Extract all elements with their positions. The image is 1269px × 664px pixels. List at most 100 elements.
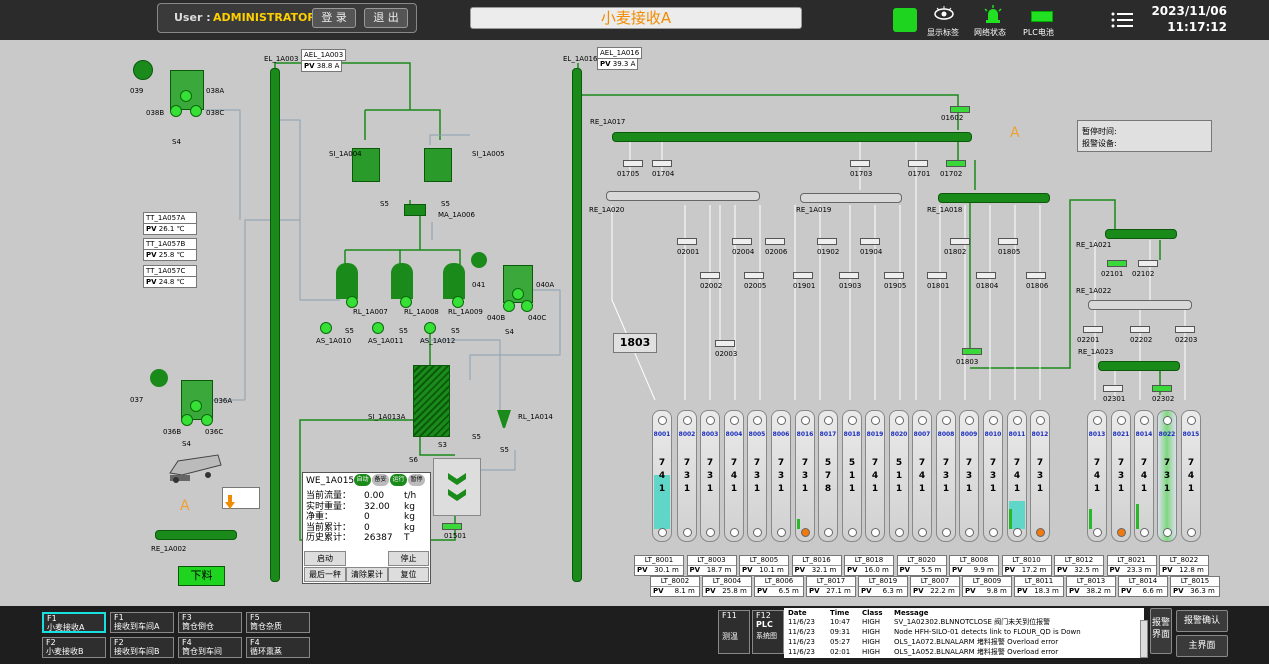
fan-rl-1a007[interactable] <box>336 263 358 299</box>
silo-8017[interactable]: 8017 5 7 8 <box>818 410 838 542</box>
silo-top-sensor <box>1117 416 1126 425</box>
gate-01803[interactable] <box>962 348 982 355</box>
alarm-scrollbar[interactable] <box>1140 620 1148 658</box>
f12-system-button[interactable]: F12 PLC 系统图 <box>752 610 784 654</box>
fkey-6[interactable]: F2 接收到车间B <box>110 637 174 658</box>
fan-041-icon[interactable] <box>471 252 487 268</box>
silo-8004[interactable]: 8004 7 4 1 <box>724 410 744 542</box>
conveyor-re-1a023[interactable] <box>1098 361 1180 371</box>
gate-02102[interactable] <box>1138 260 1158 267</box>
gate-01704[interactable] <box>652 160 672 167</box>
silo-8016[interactable]: 8016 7 3 1 <box>795 410 815 542</box>
gate-01602[interactable] <box>950 106 970 113</box>
gate-02301[interactable] <box>1103 385 1123 392</box>
gate-01702[interactable] <box>946 160 966 167</box>
gate-02006[interactable] <box>765 238 785 245</box>
silo-8011[interactable]: 8011 7 4 1 <box>1007 410 1027 542</box>
f11-temp-button[interactable]: F11 测温 <box>718 610 750 654</box>
gate-01805[interactable] <box>998 238 1018 245</box>
silo-8008[interactable]: 8008 7 3 1 <box>936 410 956 542</box>
silo-8013[interactable]: 8013 7 4 1 <box>1087 410 1107 542</box>
fan-rl-1a008[interactable] <box>391 263 413 299</box>
scale-reset-button[interactable]: 复位 <box>388 567 429 582</box>
conveyor-re-1a017[interactable] <box>612 132 972 142</box>
gate-01804[interactable] <box>976 272 996 279</box>
gate-02203[interactable] <box>1175 326 1195 333</box>
gate-01501[interactable] <box>442 523 462 530</box>
silo-8001[interactable]: 8001 7 4 1 <box>652 410 672 542</box>
magnet-ma-1a006[interactable] <box>404 204 426 216</box>
gate-02005[interactable] <box>744 272 764 279</box>
silo-8014[interactable]: 8014 7 4 1 <box>1134 410 1154 542</box>
conveyor-re-1a002[interactable] <box>155 530 237 540</box>
silo-8009[interactable]: 8009 7 3 1 <box>959 410 979 542</box>
gate-01903[interactable] <box>839 272 859 279</box>
gate-02001[interactable] <box>677 238 697 245</box>
fkey-3[interactable]: F3 筒仓倒仓 <box>178 612 242 633</box>
silo-8021[interactable]: 8021 7 3 1 <box>1111 410 1131 542</box>
gate-02202[interactable] <box>1130 326 1150 333</box>
fan-039-icon[interactable] <box>133 60 153 80</box>
cyclone-rl-1a014[interactable] <box>497 410 511 430</box>
gate-02003[interactable] <box>715 340 735 347</box>
silo-8003[interactable]: 8003 7 3 1 <box>700 410 720 542</box>
fkey-5[interactable]: F2 小麦接收B <box>42 637 106 658</box>
fan-rl-1a009[interactable] <box>443 263 465 299</box>
gate-02101[interactable] <box>1107 260 1127 267</box>
silo-8012[interactable]: 8012 7 3 1 <box>1030 410 1050 542</box>
gate-02004[interactable] <box>732 238 752 245</box>
conveyor-re-1a020[interactable] <box>606 191 760 201</box>
gate-01703[interactable] <box>850 160 870 167</box>
silo-8015[interactable]: 8015 7 4 1 <box>1181 410 1201 542</box>
alarm-page-button[interactable]: 报警界面 <box>1150 608 1172 654</box>
fkey-8[interactable]: F4 循环熏蒸 <box>246 637 310 658</box>
conveyor-re-1a019[interactable] <box>800 193 902 203</box>
fkey-2[interactable]: F1 接收到车间A <box>110 612 174 633</box>
tag-1803[interactable]: 1803 <box>613 333 657 353</box>
scale-stop-button[interactable]: 停止 <box>388 551 429 566</box>
gate-01801[interactable] <box>927 272 947 279</box>
silo-8022[interactable]: 8022 7 3 1 <box>1157 410 1177 542</box>
silo-8010[interactable]: 8010 7 3 1 <box>983 410 1003 542</box>
alarm-ack-button[interactable]: 报警确认 <box>1176 610 1228 632</box>
gate-01905[interactable] <box>884 272 904 279</box>
silo-bottom-sensor <box>871 528 880 537</box>
gate-01802[interactable] <box>950 238 970 245</box>
silo-8007[interactable]: 8007 7 4 1 <box>912 410 932 542</box>
gate-02302[interactable] <box>1152 385 1172 392</box>
lt-box-lt-8001: LT_8001 PV 30.1 m <box>634 555 684 576</box>
scale-hopper[interactable] <box>433 458 481 516</box>
silo-8005[interactable]: 8005 7 3 1 <box>747 410 767 542</box>
conveyor-re-1a021[interactable] <box>1105 229 1177 239</box>
gate-02201[interactable] <box>1083 326 1103 333</box>
gate-01701[interactable] <box>908 160 928 167</box>
gate-01901[interactable] <box>793 272 813 279</box>
silo-8018[interactable]: 8018 5 1 1 <box>842 410 862 542</box>
conveyor-re-1a018[interactable] <box>938 193 1050 203</box>
scale-last-button[interactable]: 最后一秤 <box>304 567 346 582</box>
silo-8002[interactable]: 8002 7 3 1 <box>677 410 697 542</box>
xialiao-button[interactable]: 下料 <box>178 566 225 586</box>
silo-8006[interactable]: 8006 7 3 1 <box>771 410 791 542</box>
gate-01902[interactable] <box>817 238 837 245</box>
gate-02002[interactable] <box>700 272 720 279</box>
gate-01904[interactable] <box>860 238 880 245</box>
elevator-el-1a016[interactable] <box>572 68 582 582</box>
gate-01806[interactable] <box>1026 272 1046 279</box>
separator-si-1a013a[interactable] <box>413 365 450 437</box>
separator-si-1a005[interactable] <box>424 148 452 182</box>
fan-037-icon[interactable] <box>150 369 168 387</box>
scale-start-button[interactable]: 启动 <box>304 551 346 566</box>
silo-8020[interactable]: 8020 5 1 1 <box>889 410 909 542</box>
silo-8019[interactable]: 8019 7 4 1 <box>865 410 885 542</box>
gate-label: 02302 <box>1152 395 1175 403</box>
fkey-1[interactable]: F1 小麦接收A <box>42 612 106 633</box>
elevator-el-1a003[interactable] <box>270 68 280 582</box>
conveyor-re-1a022[interactable] <box>1088 300 1192 310</box>
fkey-7[interactable]: F4 筒仓到车间 <box>178 637 242 658</box>
scale-clear-button[interactable]: 清除累计 <box>346 567 388 582</box>
alarm-table[interactable]: Date Time Class Message 11/6/23 10:47 HIGH… <box>784 608 1144 658</box>
gate-01705[interactable] <box>623 160 643 167</box>
main-screen-button[interactable]: 主界面 <box>1176 635 1228 657</box>
fkey-4[interactable]: F5 筒仓杂质 <box>246 612 310 633</box>
